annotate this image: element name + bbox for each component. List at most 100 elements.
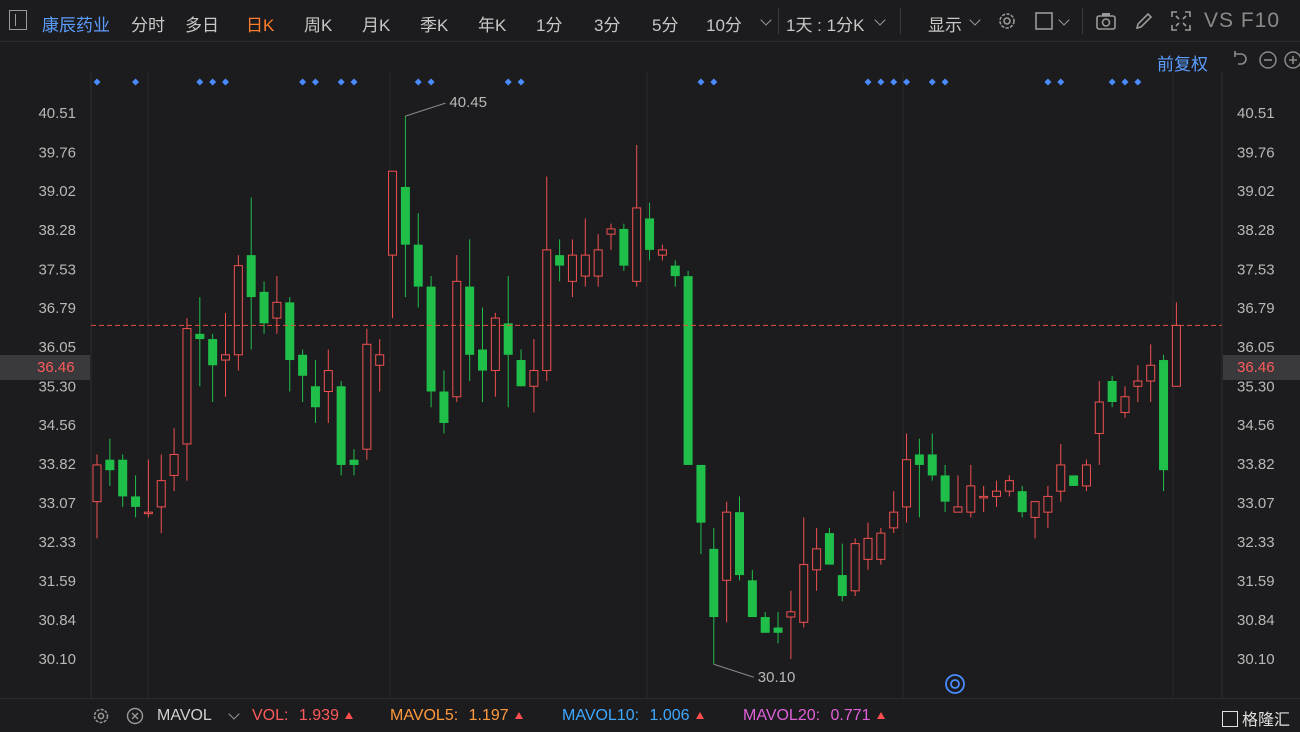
candle[interactable] [336,381,346,476]
candle[interactable] [722,501,732,623]
candle[interactable] [992,480,1001,507]
candle[interactable] [516,349,526,387]
candle[interactable] [914,438,924,518]
event-marker[interactable] [1121,78,1129,86]
chevron-down-icon[interactable] [874,14,886,26]
candle[interactable] [1159,354,1169,492]
candle[interactable] [1133,365,1143,402]
candle[interactable] [979,485,989,513]
event-marker[interactable] [864,78,872,86]
candle[interactable] [362,328,372,460]
candle[interactable] [824,527,834,565]
event-marker[interactable] [196,78,204,86]
tab-10min[interactable]: 10分 [706,11,742,36]
candle[interactable] [478,307,487,402]
candle[interactable] [233,255,243,371]
candle[interactable] [1004,475,1014,497]
fullscreen-icon[interactable] [1170,10,1192,32]
candle[interactable] [452,255,462,402]
candle[interactable] [1017,485,1027,518]
event-marker[interactable] [414,78,422,86]
target-icon[interactable] [945,674,965,694]
kline-chart-svg[interactable]: 40.51 39.76 39.02 38.28 37.53 36.79 36.05 35.30… [0,42,1300,698]
candle[interactable] [182,318,192,481]
candle[interactable] [966,464,976,518]
candle[interactable] [169,428,179,492]
candle[interactable] [143,459,153,518]
candle[interactable] [1171,302,1181,387]
candle[interactable] [837,543,847,602]
event-marker[interactable] [710,78,718,86]
candle[interactable] [118,454,128,507]
candle[interactable] [889,491,899,534]
candle[interactable] [246,197,256,350]
candle[interactable] [1081,459,1091,492]
event-marker[interactable] [209,78,217,86]
chevron-down-icon[interactable] [1058,14,1070,26]
chevron-down-icon[interactable] [969,14,981,26]
camera-icon[interactable] [1095,10,1117,32]
candle[interactable] [606,223,616,250]
close-icon[interactable] [126,707,144,725]
event-marker[interactable] [132,78,140,86]
event-marker[interactable] [222,78,229,86]
candle[interactable] [92,454,102,539]
event-marker[interactable] [877,78,885,86]
event-marker[interactable] [1108,78,1116,86]
event-marker[interactable] [941,78,949,86]
event-marker[interactable] [427,78,435,86]
candle[interactable] [709,527,719,665]
candle[interactable] [645,202,655,261]
tab-day-k[interactable]: 日K [246,11,274,36]
candle[interactable] [953,475,963,513]
candle[interactable] [850,538,860,597]
tab-1min[interactable]: 1分 [536,11,562,36]
tab-5min[interactable]: 5分 [652,11,678,36]
candle[interactable] [747,569,757,618]
candle[interactable] [555,239,565,282]
tab-quarter-k[interactable]: 季K [420,11,448,36]
chevron-down-icon[interactable] [760,14,772,26]
event-marker[interactable] [504,78,512,86]
candle[interactable] [940,464,950,513]
candle[interactable] [375,339,385,392]
event-marker[interactable] [1044,78,1052,86]
candle[interactable] [1043,485,1053,528]
candle[interactable] [876,527,886,565]
candle[interactable] [208,333,218,402]
candle[interactable] [503,276,513,408]
candle[interactable] [413,213,423,308]
candle[interactable] [259,281,269,334]
candle[interactable] [465,239,475,382]
candle[interactable] [927,433,937,481]
candle[interactable] [542,176,552,382]
kline-chart[interactable]: 40.51 39.76 39.02 38.28 37.53 36.79 36.05 35.30… [0,42,1300,698]
gear-icon[interactable] [92,707,110,725]
event-marker[interactable] [903,78,911,86]
candle[interactable] [1069,475,1079,486]
tab-week-k[interactable]: 周K [304,11,332,36]
event-marker[interactable] [311,78,319,86]
tab-duori[interactable]: 多日 [185,11,219,36]
candle[interactable] [619,223,629,271]
interval-select[interactable]: 1天 : 1分K [786,11,864,36]
candle[interactable] [799,517,809,628]
candle[interactable] [593,234,603,287]
candle[interactable] [683,270,693,465]
event-marker[interactable] [890,78,898,86]
candle[interactable] [696,464,706,555]
stock-name[interactable]: 康辰药业 [42,11,110,36]
candle[interactable] [105,438,115,486]
candle[interactable] [529,339,539,413]
candle[interactable] [786,590,796,659]
display-menu[interactable]: 显示 [928,11,962,36]
candle[interactable] [323,349,333,423]
candle[interactable] [1146,344,1156,402]
event-marker[interactable] [697,78,705,86]
event-marker[interactable] [93,78,101,86]
event-marker[interactable] [337,78,345,86]
event-marker[interactable] [1134,78,1142,86]
candle[interactable] [439,370,449,434]
event-marker[interactable] [350,78,358,86]
candle[interactable] [632,144,642,287]
